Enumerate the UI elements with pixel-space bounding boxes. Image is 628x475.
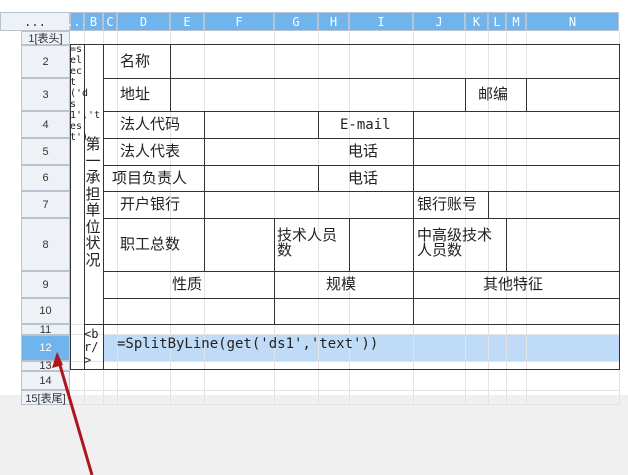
arrow-line xyxy=(55,354,94,475)
annotation-arrow xyxy=(52,352,94,475)
report-designer-sheet: ... ... B C D E F G H I J K L M N 1[表头] … xyxy=(0,0,628,475)
